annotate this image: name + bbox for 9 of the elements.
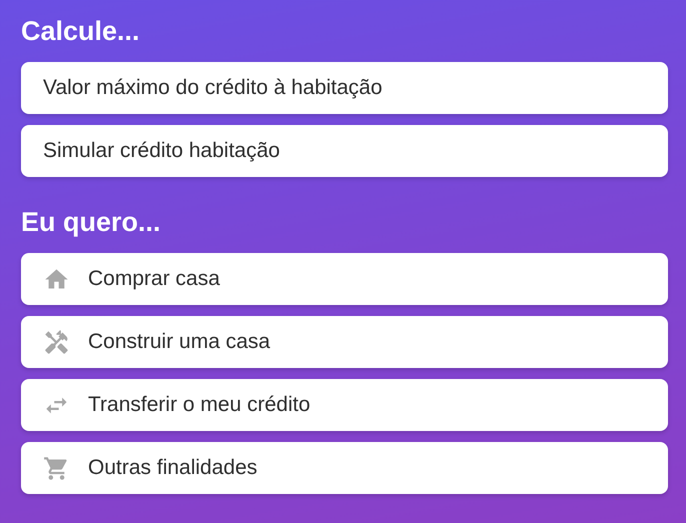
option-button[interactable]: Transferir o meu crédito <box>21 379 668 431</box>
option-button[interactable]: Comprar casa <box>21 253 668 305</box>
option-button[interactable]: Construir uma casa <box>21 316 668 368</box>
tools-icon <box>43 328 70 356</box>
section-title: Eu quero... <box>21 206 162 239</box>
section-title: Calcule... <box>21 15 141 48</box>
option-button[interactable]: Outras finalidades <box>21 442 668 494</box>
option-button[interactable]: Simular crédito habitação <box>21 125 668 177</box>
option-button[interactable]: Valor máximo do crédito à habitação <box>21 62 668 114</box>
